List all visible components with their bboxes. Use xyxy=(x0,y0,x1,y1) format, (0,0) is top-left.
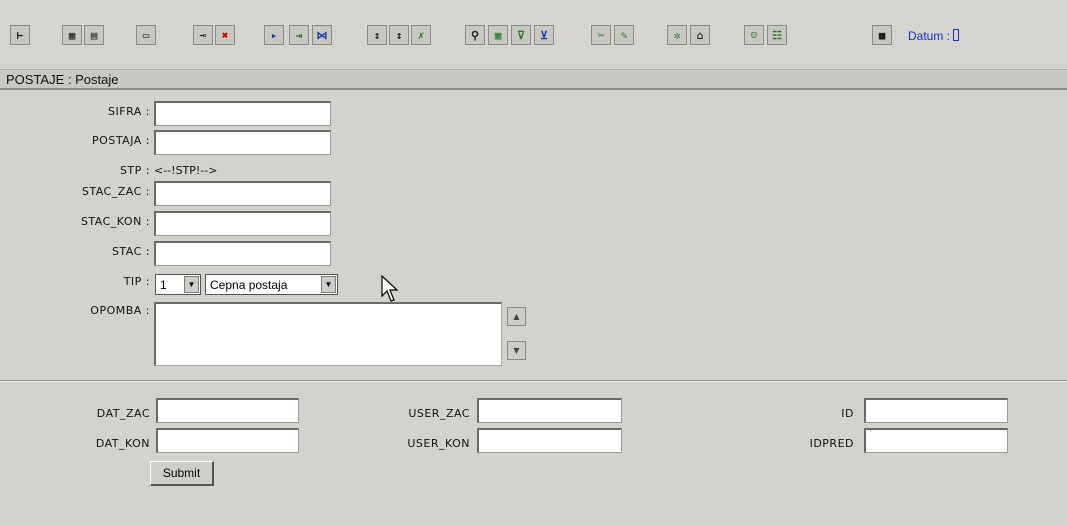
tip-name-select[interactable]: Cepna postaja ▼ xyxy=(205,274,338,295)
tree-view-icon[interactable]: ⊢ xyxy=(10,25,30,45)
insert-record-icon[interactable]: ▸ xyxy=(264,25,284,45)
clear-filter-icon[interactable]: ⊻ xyxy=(534,25,554,45)
filter-table-icon[interactable]: ▦ xyxy=(488,25,508,45)
users-icon[interactable]: ☷ xyxy=(767,25,787,45)
sifra-input[interactable] xyxy=(154,101,331,126)
user-kon-input[interactable] xyxy=(477,428,622,453)
delete-key-icon[interactable]: ✖ xyxy=(215,25,235,45)
key-icon[interactable]: ⊸ xyxy=(193,25,213,45)
stp-label: STP : xyxy=(119,164,150,177)
grid-view-icon[interactable]: ▤ xyxy=(84,25,104,45)
user-zac-input[interactable] xyxy=(477,398,622,423)
stac-kon-input[interactable] xyxy=(154,211,331,236)
idpred-label: IDPRED xyxy=(809,437,854,450)
dat-kon-label: DAT_KON xyxy=(95,437,150,450)
scroll-down-arrow-icon[interactable]: ▼ xyxy=(507,341,526,360)
cut-icon[interactable]: ✂ xyxy=(591,25,611,45)
print-icon[interactable]: ▭ xyxy=(136,25,156,45)
user-icon[interactable]: ☺ xyxy=(744,25,764,45)
datum-value-box xyxy=(953,29,960,41)
datum-label: Datum : xyxy=(908,29,960,43)
sifra-label: SIFRA : xyxy=(108,105,150,118)
dat-kon-input[interactable] xyxy=(156,428,299,453)
id-label: ID xyxy=(841,407,854,420)
stac-zac-label: STAC_ZAC : xyxy=(81,185,150,198)
search-binoculars-icon[interactable]: ⚲ xyxy=(465,25,485,45)
page-title: POSTAJE : Postaje xyxy=(6,72,119,87)
dat-zac-input[interactable] xyxy=(156,398,299,423)
datum-text: Datum : xyxy=(908,29,951,43)
section-divider xyxy=(0,380,1067,382)
chevron-down-icon[interactable]: ▼ xyxy=(321,276,336,293)
chevron-down-icon[interactable]: ▼ xyxy=(184,276,199,293)
submit-button[interactable]: Submit xyxy=(150,461,214,486)
scroll-up-arrow-icon[interactable]: ▲ xyxy=(507,307,526,326)
mouse-cursor-icon xyxy=(381,275,399,302)
copy-record-icon[interactable]: ⇥ xyxy=(289,25,309,45)
toolbar: ⊢ ▦ ▤ ▭ ⊸ ✖ ▸ ⇥ ⋈ ↕ ↕ ✗ ⚲ ▦ ⊽ ⊻ ✂ ✎ ✲ ⌂ ☺ ☷ ■ xyxy=(0,0,1067,64)
stac-input[interactable] xyxy=(154,241,331,266)
sort-ascending-icon[interactable]: ↕ xyxy=(367,25,387,45)
tip-select-value: 1 xyxy=(160,277,167,292)
stac-kon-label: STAC_KON : xyxy=(80,215,150,228)
tip-name-select-value: Cepna postaja xyxy=(210,277,288,292)
opomba-textarea[interactable] xyxy=(154,302,502,366)
save-icon[interactable]: ■ xyxy=(872,25,892,45)
dat-zac-label: DAT_ZAC xyxy=(96,407,150,420)
stac-zac-input[interactable] xyxy=(154,181,331,206)
postaja-label: POSTAJA : xyxy=(92,134,150,147)
form-view-icon[interactable]: ▦ xyxy=(62,25,82,45)
user-kon-label: USER_KON xyxy=(407,437,470,450)
edit-icon[interactable]: ✎ xyxy=(614,25,634,45)
tools-icon[interactable]: ✲ xyxy=(667,25,687,45)
sort-descending-icon[interactable]: ↕ xyxy=(389,25,409,45)
tip-select[interactable]: 1 ▼ xyxy=(155,274,201,295)
tip-label: TIP : xyxy=(123,275,150,288)
house-icon[interactable]: ⌂ xyxy=(690,25,710,45)
opomba-label: OPOMBA : xyxy=(90,304,150,317)
idpred-input[interactable] xyxy=(864,428,1008,453)
delete-record-icon[interactable]: ⋈ xyxy=(312,25,332,45)
postaja-input[interactable] xyxy=(154,130,331,155)
id-input[interactable] xyxy=(864,398,1008,423)
stac-label: STAC : xyxy=(111,245,150,258)
form-title-bar: POSTAJE : Postaje xyxy=(0,69,1067,90)
user-zac-label: USER_ZAC xyxy=(408,407,470,420)
clear-sort-icon[interactable]: ✗ xyxy=(411,25,431,45)
filter-icon[interactable]: ⊽ xyxy=(511,25,531,45)
stp-value: <--!STP!--> xyxy=(154,164,218,177)
